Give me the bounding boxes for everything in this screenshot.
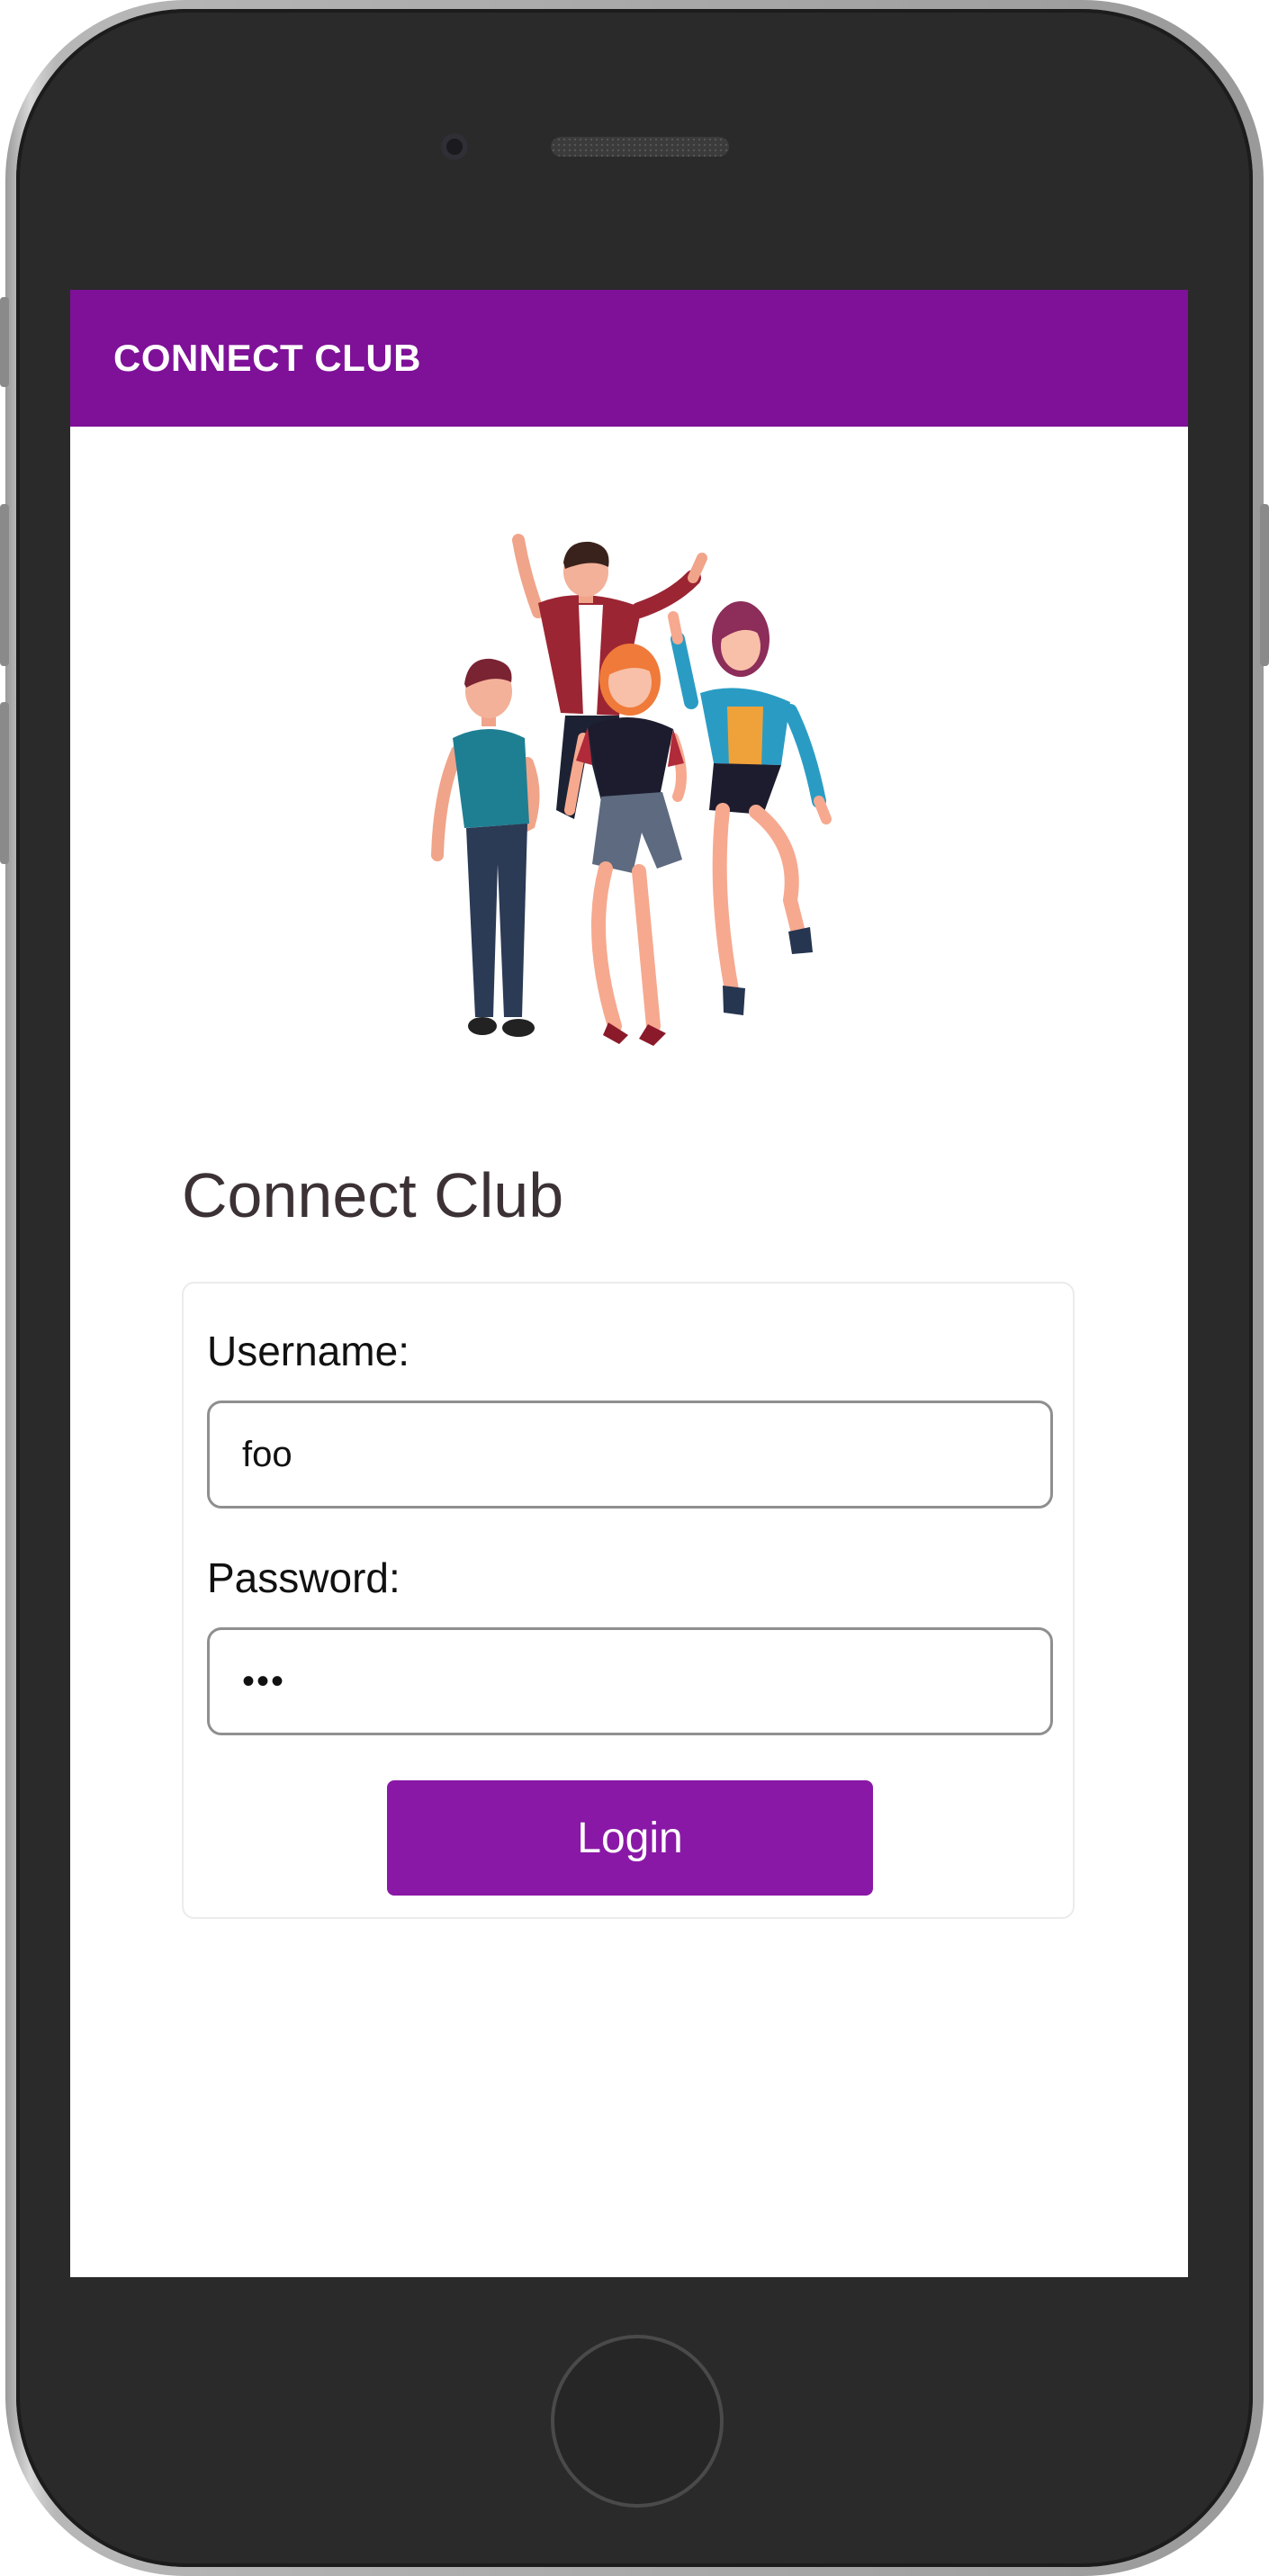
mute-switch [0,297,9,387]
login-button[interactable]: Login [387,1780,873,1896]
login-card: Username: Password: Login [182,1282,1075,1919]
password-input[interactable] [207,1627,1053,1735]
earpiece-speaker [551,137,729,157]
person-blue-jacket [668,601,832,1015]
username-input[interactable] [207,1401,1053,1509]
username-label: Username: [207,1328,410,1374]
person-teal-shirt [431,658,540,1037]
group-of-friends-illustration [431,534,832,1046]
home-button[interactable] [551,2335,724,2508]
volume-up-button [0,504,9,666]
front-camera [441,133,468,160]
volume-down-button [0,702,9,864]
page-title: Connect Club [182,1160,564,1230]
password-label: Password: [207,1554,400,1601]
app-bar-title: CONNECT CLUB [113,337,421,379]
power-button [1260,504,1269,666]
app-bar: CONNECT CLUB [70,290,1188,427]
app-screen: CONNECT CLUB Connect Club Username: foo … [70,290,1188,2277]
